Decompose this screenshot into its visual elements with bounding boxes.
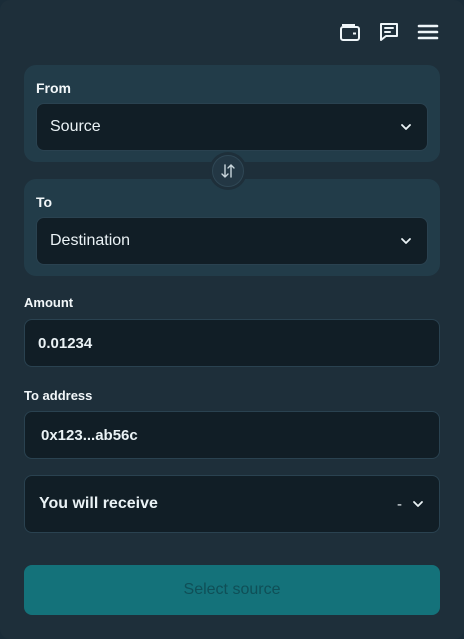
amount-label: Amount xyxy=(24,295,74,310)
wallet-icon[interactable] xyxy=(338,20,362,44)
chevron-down-icon xyxy=(413,501,423,507)
from-select-value: Source xyxy=(50,118,101,135)
address-input[interactable]: 0x123...ab56c xyxy=(24,411,440,459)
chevron-down-icon xyxy=(401,238,411,244)
from-select[interactable]: Source xyxy=(36,103,428,151)
address-label: To address xyxy=(24,388,93,403)
from-label: From xyxy=(36,80,71,96)
to-select-value: Destination xyxy=(50,232,131,249)
swap-button-ring xyxy=(209,152,247,190)
receive-amount: - xyxy=(397,496,425,513)
to-panel: To Destination xyxy=(24,179,440,276)
chevron-down-icon xyxy=(401,124,411,130)
message-icon[interactable] xyxy=(377,20,401,44)
from-panel: From Source xyxy=(24,65,440,162)
to-select[interactable]: Destination xyxy=(36,217,428,265)
header-toolbar xyxy=(338,20,440,44)
address-value: 0x123...ab56c xyxy=(41,426,138,444)
amount-input[interactable]: 0.01234 xyxy=(24,319,440,367)
to-label: To xyxy=(36,194,53,210)
receive-label: You will receive xyxy=(39,495,158,512)
swap-arrows-icon xyxy=(221,164,235,178)
receive-summary[interactable]: You will receive - xyxy=(24,475,440,533)
bridge-widget: From Source To Destination Amount 0.0123… xyxy=(0,0,464,639)
receive-value: - xyxy=(397,495,402,513)
select-source-button[interactable]: Select source xyxy=(24,565,440,615)
menu-icon[interactable] xyxy=(416,20,440,44)
swap-button[interactable] xyxy=(212,155,244,187)
amount-value: 0.01234 xyxy=(38,334,93,352)
